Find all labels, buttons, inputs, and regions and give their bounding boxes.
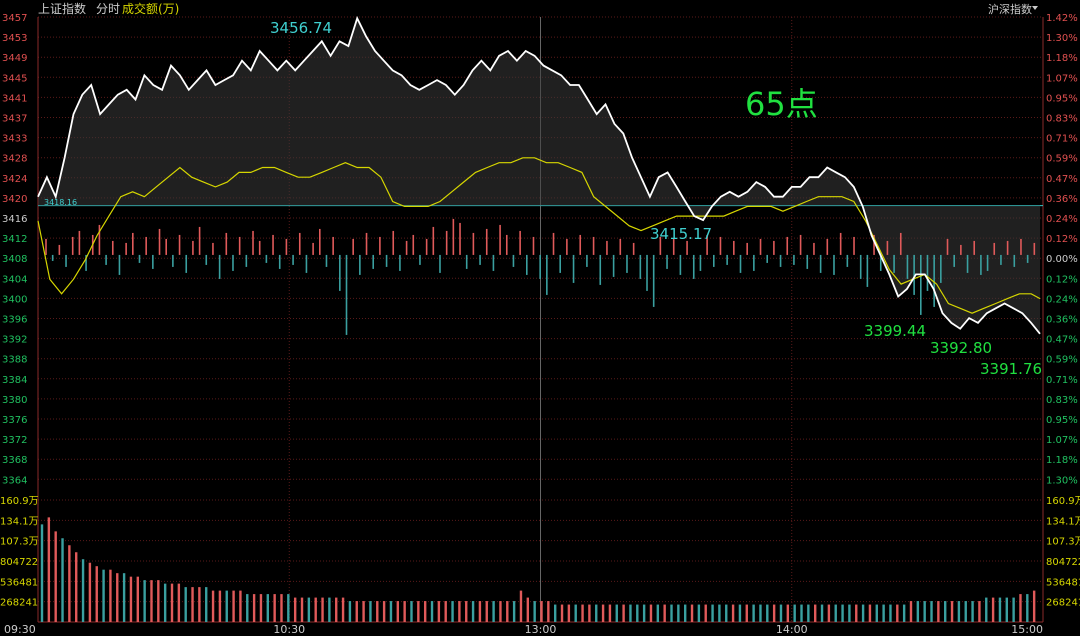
- pct-tick: 1.07%: [1046, 435, 1078, 446]
- volume-tick-left: 268241: [0, 598, 38, 609]
- pct-tick: 1.07%: [1046, 73, 1078, 84]
- label-low1: 3415.17: [650, 225, 712, 243]
- pct-tick: 0.95%: [1046, 93, 1078, 104]
- pct-tick: 0.83%: [1046, 114, 1078, 125]
- time-tick: 10:30: [273, 623, 305, 636]
- price-tick: 3392: [2, 335, 27, 346]
- right-label[interactable]: 沪深指数: [988, 2, 1032, 16]
- volume-tick-left: 160.9万: [0, 496, 39, 507]
- price-tick: 3424: [2, 174, 27, 185]
- pct-tick: 0.47%: [1046, 174, 1078, 185]
- label-high: 3456.74: [270, 19, 332, 37]
- volume-label: 成交额(万): [122, 1, 179, 16]
- price-tick: 3416: [2, 214, 27, 225]
- pct-tick: 0.12%: [1046, 234, 1078, 245]
- volume-tick-right: 160.9万: [1046, 496, 1080, 507]
- price-tick: 3457: [2, 13, 27, 24]
- pct-tick: 1.30%: [1046, 475, 1078, 486]
- price-tick: 3380: [2, 395, 27, 406]
- prev-close-tag: 3418.16: [44, 198, 77, 207]
- pct-tick: 0.36%: [1046, 194, 1078, 205]
- price-tick: 3441: [2, 93, 27, 104]
- price-tick: 3372: [2, 435, 27, 446]
- pct-tick: 1.18%: [1046, 53, 1078, 64]
- volume-tick-right: 804722: [1046, 557, 1080, 568]
- label-low4: 3391.76: [980, 360, 1042, 378]
- time-tick: 15:00: [1011, 623, 1043, 636]
- price-tick: 3400: [2, 294, 27, 305]
- mode-label[interactable]: 分时: [96, 2, 120, 16]
- price-tick: 3376: [2, 415, 27, 426]
- pct-tick: 0.24%: [1046, 294, 1078, 305]
- price-tick: 3437: [2, 114, 27, 125]
- price-tick: 3445: [2, 73, 27, 84]
- price-tick: 3408: [2, 254, 27, 265]
- pct-tick: 0.47%: [1046, 335, 1078, 346]
- intraday-chart: 3457 3453 3449 3445 3441 3437 3433 3428 3424 3420…: [0, 0, 1080, 636]
- time-tick: 14:00: [776, 623, 808, 636]
- volume-tick-left: 134.1万: [0, 516, 39, 527]
- volume-tick-left: 536481: [0, 577, 38, 588]
- price-tick: 3433: [2, 134, 27, 145]
- pct-tick: 0.83%: [1046, 395, 1078, 406]
- price-tick: 3420: [2, 194, 27, 205]
- price-tick: 3368: [2, 455, 27, 466]
- volume-tick-right: 536481: [1046, 577, 1080, 588]
- price-tick: 3404: [2, 274, 27, 285]
- price-tick: 3396: [2, 315, 27, 326]
- index-name: 上证指数: [38, 1, 86, 16]
- price-tick: 3364: [2, 475, 27, 486]
- pct-tick: 0.71%: [1046, 134, 1078, 145]
- pct-tick: 0.24%: [1046, 214, 1078, 225]
- volume-tick-right: 107.3万: [1046, 537, 1080, 548]
- time-tick: 09:30: [4, 623, 36, 636]
- pct-tick: 0.95%: [1046, 415, 1078, 426]
- label-low3: 3392.80: [930, 339, 992, 357]
- pct-tick: 0.36%: [1046, 315, 1078, 326]
- volume-tick-right: 134.1万: [1046, 516, 1080, 527]
- price-tick: 3428: [2, 154, 27, 165]
- big-annotation: 65点: [745, 85, 818, 123]
- price-tick: 3412: [2, 234, 27, 245]
- volume-tick-right: 268241: [1046, 598, 1080, 609]
- pct-tick: 1.42%: [1046, 13, 1078, 24]
- pct-tick: 1.30%: [1046, 33, 1078, 44]
- pct-tick: 1.18%: [1046, 455, 1078, 466]
- price-tick: 3388: [2, 355, 27, 366]
- price-tick: 3449: [2, 53, 27, 64]
- pct-tick: 0.00%: [1046, 254, 1078, 265]
- price-tick: 3453: [2, 33, 27, 44]
- volume-tick-left: 107.3万: [0, 537, 39, 548]
- time-tick: 13:00: [525, 623, 557, 636]
- pct-tick: 0.12%: [1046, 274, 1078, 285]
- volume-tick-left: 804722: [0, 557, 38, 568]
- label-low2: 3399.44: [864, 322, 926, 340]
- pct-tick: 0.59%: [1046, 154, 1078, 165]
- pct-tick: 0.71%: [1046, 375, 1078, 386]
- price-tick: 3384: [2, 375, 27, 386]
- pct-tick: 0.59%: [1046, 355, 1078, 366]
